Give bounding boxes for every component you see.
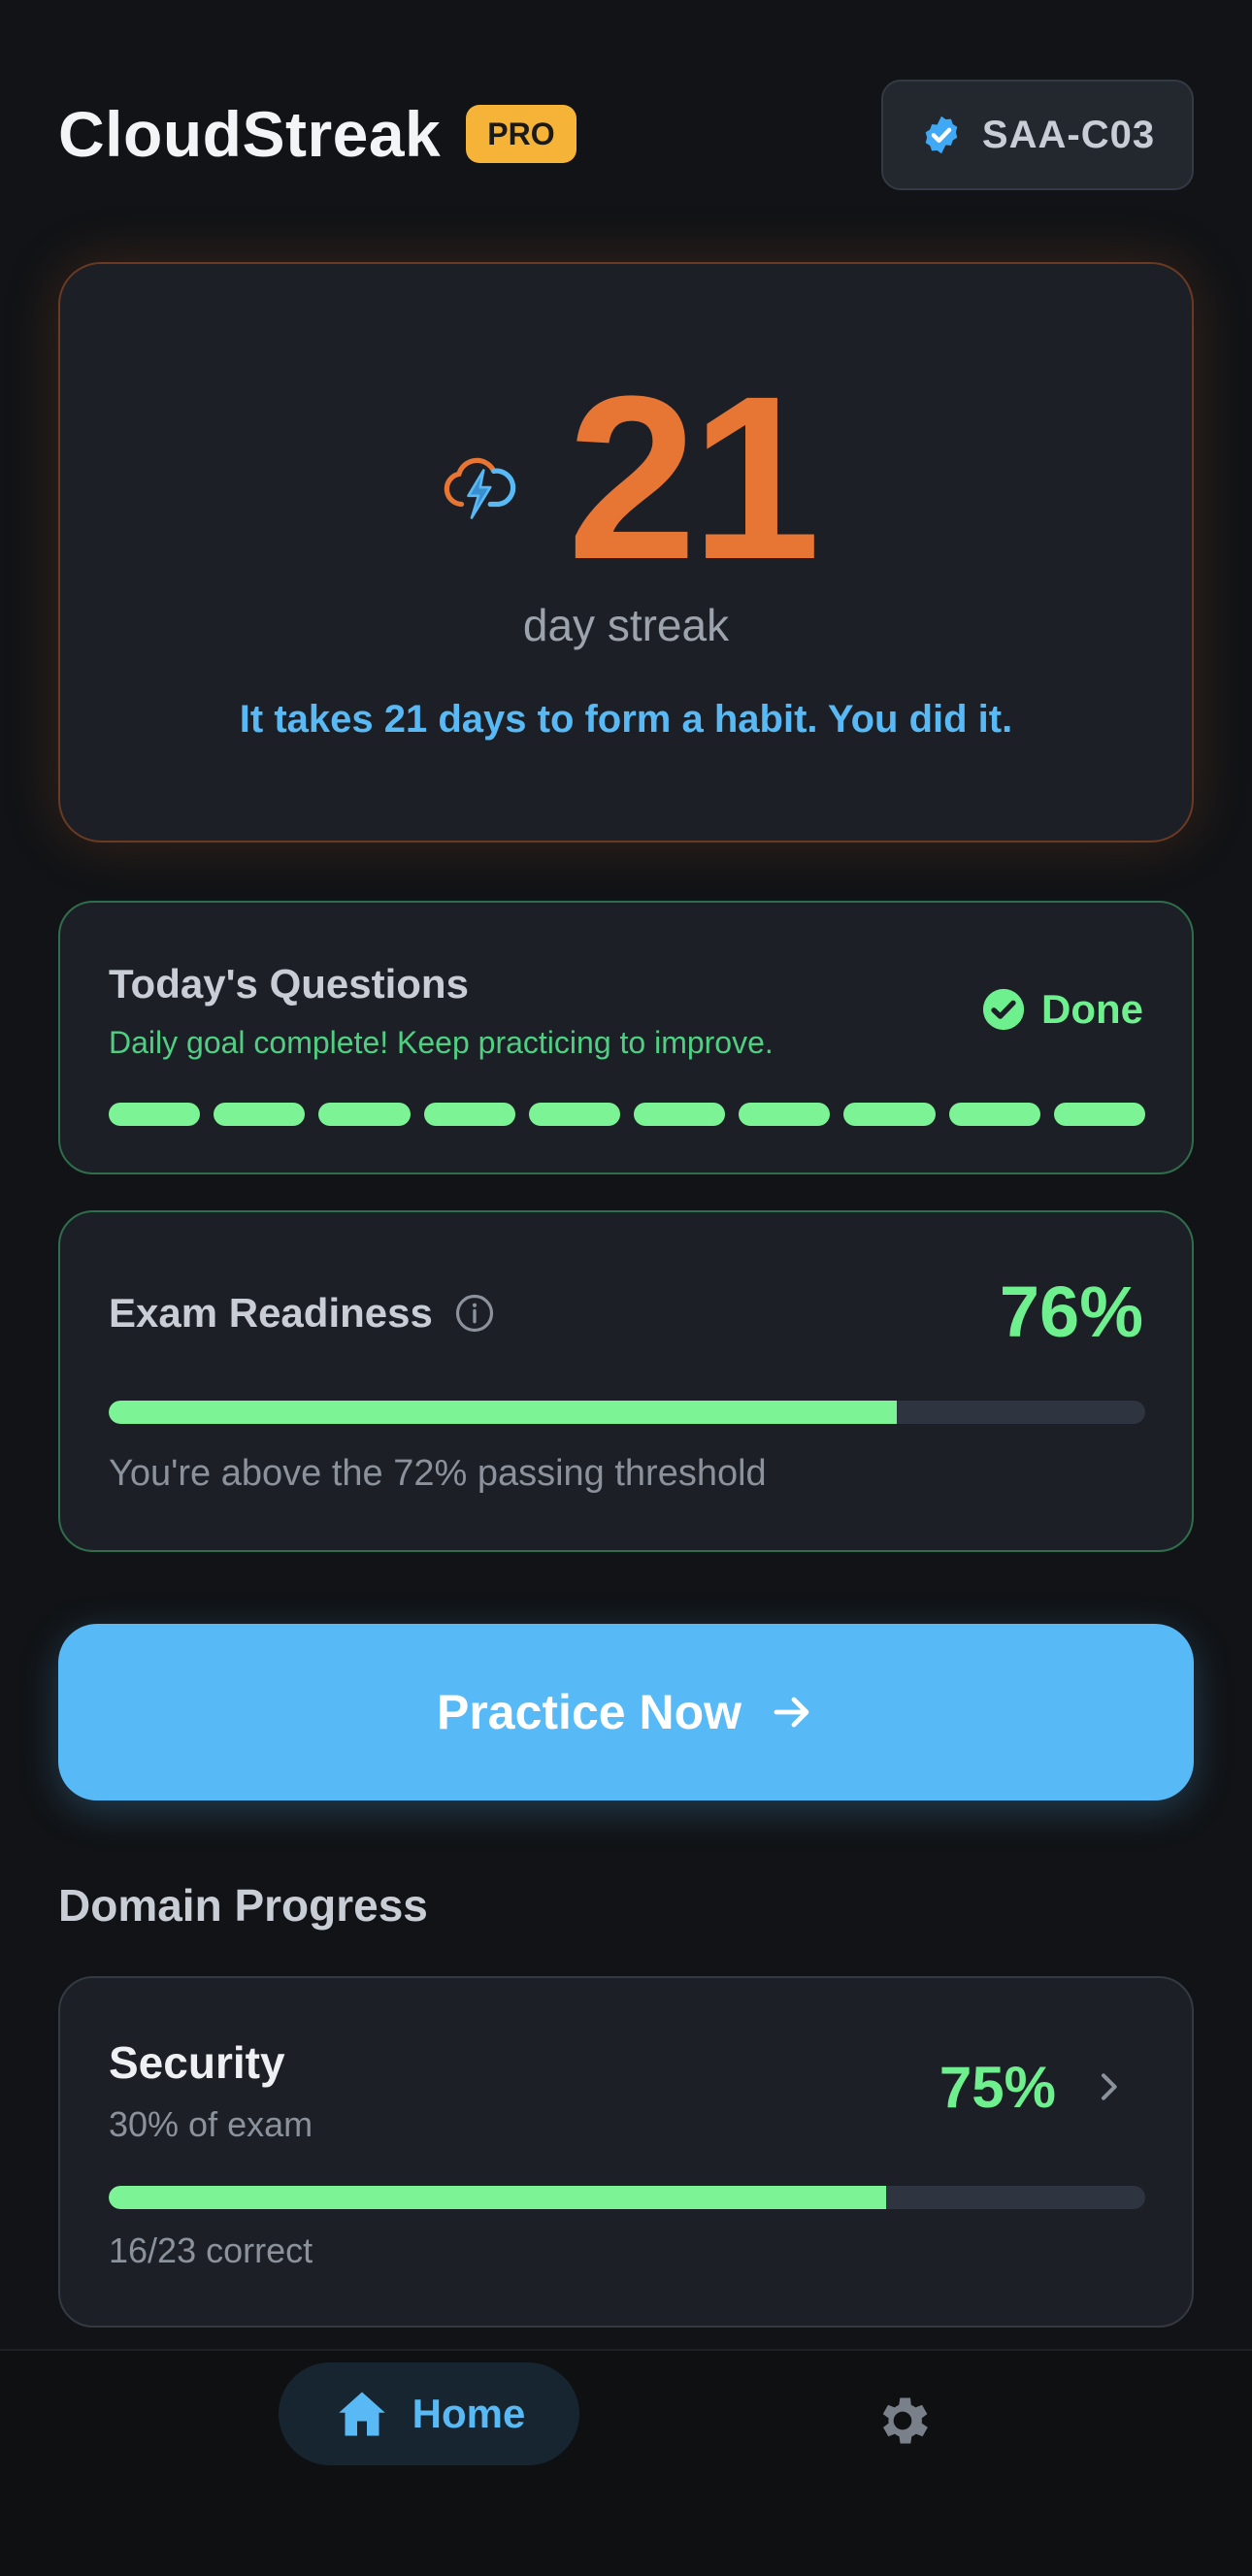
done-label: Done [1041, 986, 1143, 1032]
streak-message: It takes 21 days to form a habit. You di… [239, 698, 1013, 741]
exam-readiness-card: Exam Readiness 76% You're above the 72% … [58, 1210, 1194, 1552]
certification-selector[interactable]: SAA-C03 [881, 80, 1194, 190]
question-segment [739, 1103, 831, 1126]
todays-questions-subtitle: Daily goal complete! Keep practicing to … [109, 1025, 774, 1060]
chevron-right-icon [1102, 2073, 1117, 2100]
question-segment [634, 1103, 726, 1126]
question-progress-segments [109, 1103, 1146, 1126]
domain-progress-title: Domain Progress [58, 1880, 428, 1931]
cert-code: SAA-C03 [981, 113, 1156, 156]
nav-home-label: Home [412, 2391, 526, 2436]
exam-readiness-note: You're above the 72% passing threshold [109, 1453, 767, 1494]
exam-readiness-title: Exam Readiness [109, 1290, 433, 1336]
cloud-lightning-icon [444, 457, 515, 519]
domain-weight: 30% of exam [109, 2104, 313, 2144]
domain-card-security[interactable]: Security 30% of exam 75% 16/23 correct [58, 1976, 1194, 2328]
question-segment [214, 1103, 306, 1126]
check-circle-icon [982, 988, 1025, 1031]
streak-row: 21 [60, 361, 1192, 594]
streak-card: 21 day streak It takes 21 days to form a… [58, 262, 1194, 842]
domain-name: Security [109, 2037, 285, 2088]
question-segment [423, 1103, 515, 1126]
info-icon[interactable] [454, 1293, 495, 1334]
question-segment [109, 1103, 201, 1126]
todays-questions-title: Today's Questions [109, 961, 469, 1007]
exam-readiness-percent: 76% [999, 1271, 1143, 1352]
gear-icon[interactable] [872, 2390, 934, 2452]
practice-now-label: Practice Now [436, 1685, 741, 1739]
question-segment [843, 1103, 936, 1126]
nav-home-tab[interactable]: Home [279, 2362, 579, 2465]
streak-count: 21 [567, 347, 821, 608]
exam-readiness-header: Exam Readiness [109, 1290, 495, 1337]
arrow-right-icon [774, 1697, 809, 1728]
question-segment [528, 1103, 621, 1126]
exam-readiness-bar-fill [109, 1401, 897, 1424]
question-segment [318, 1103, 411, 1126]
practice-now-button[interactable]: Practice Now [58, 1624, 1194, 1800]
pro-badge: PRO [466, 105, 577, 163]
verified-badge-icon [925, 116, 958, 154]
domain-progress-bar-fill [109, 2186, 886, 2209]
domain-correct-count: 16/23 correct [109, 2230, 313, 2270]
domain-progress-bar [109, 2186, 1145, 2209]
streak-label: day streak [522, 600, 730, 650]
bottom-navigation: Home [0, 2349, 1252, 2576]
todays-questions-card[interactable]: Today's Questions Daily goal complete! K… [58, 901, 1194, 1174]
home-icon [338, 2392, 385, 2436]
domain-percent: 75% [939, 2055, 1056, 2120]
exam-readiness-bar [109, 1401, 1145, 1424]
app-title: CloudStreak [58, 98, 442, 170]
brand: CloudStreak PRO [58, 97, 577, 171]
header: CloudStreak PRO SAA-C03 [58, 80, 1194, 191]
done-status: Done [981, 986, 1143, 1033]
app-screen: CloudStreak PRO SAA-C03 21 day streak It… [0, 0, 1252, 2576]
question-segment [1053, 1103, 1146, 1126]
question-segment [948, 1103, 1040, 1126]
